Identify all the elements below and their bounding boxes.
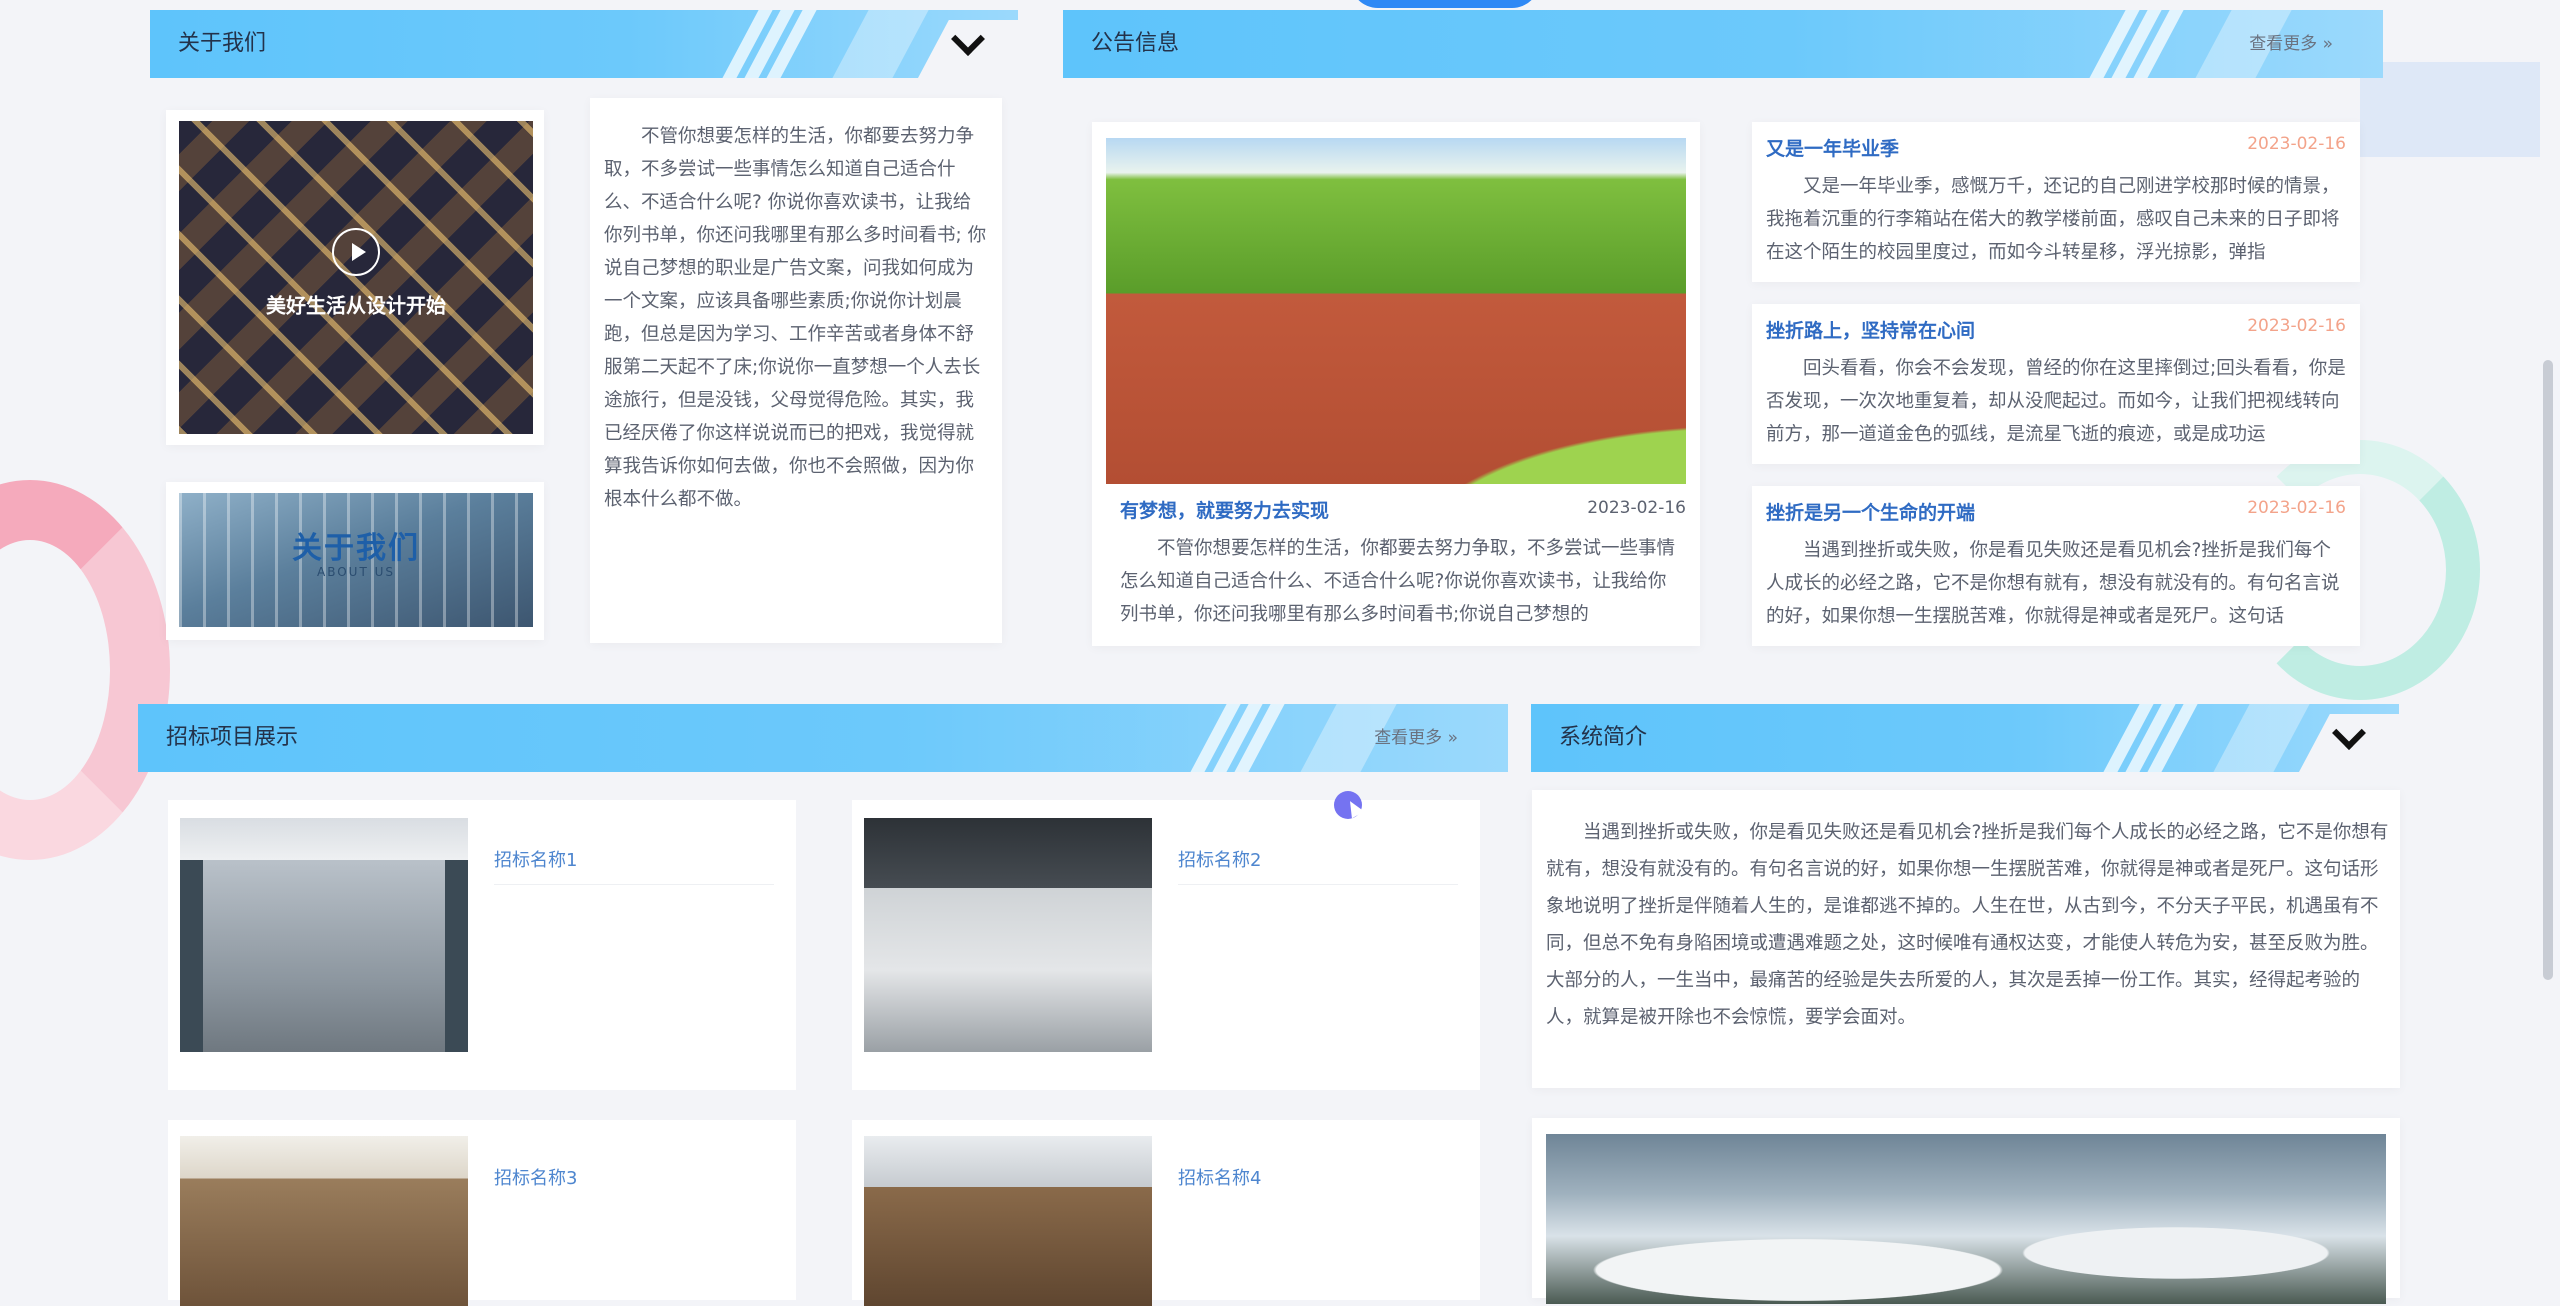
right-block-decoration [2360,62,2540,157]
system-title: 系统简介 [1559,725,1648,750]
about-video-thumbnail[interactable]: 美好生活从设计开始 [179,121,533,434]
header-stripe [826,10,934,78]
notice-item-card[interactable]: 挫折是另一个生命的开端 2023-02-16 当遇到挫折或失败，你是看见失败还是… [1752,486,2360,646]
about-title: 关于我们 [178,31,267,56]
bid-name[interactable]: 招标名称4 [1178,1164,1261,1190]
bid-image[interactable] [180,818,468,1052]
notice-featured-title[interactable]: 有梦想，就要努力去实现 [1120,496,1329,523]
bids-header: 招标项目展示 查看更多 » [138,704,1508,772]
about-banner-card: 关于我们 ABOUT US [166,482,544,640]
system-header: 系统简介 [1531,704,2399,772]
play-icon[interactable] [332,228,380,277]
bid-name[interactable]: 招标名称1 [494,846,577,872]
bid-card[interactable]: 招标名称1 [168,800,796,1090]
bid-divider [494,884,774,885]
notice-item-title[interactable]: 挫折路上，坚持常在心间 [1766,316,1975,343]
left-ring-decoration [0,480,170,860]
bid-image[interactable] [180,1136,468,1306]
chevron-down-icon [2332,716,2366,750]
about-banner-image: 关于我们 ABOUT US [179,493,533,627]
notice-featured-body: 不管你想要怎样的生活，你都要去努力争取，不多尝试一些事情怎么知道自己适合什么、不… [1120,538,1676,625]
notice-item-card[interactable]: 又是一年毕业季 2023-02-16 又是一年毕业季，感慨万千，还记的自己刚进学… [1752,122,2360,282]
system-text: 当遇到挫折或失败，你是看见失败还是看见机会?挫折是我们每个人成长的必经之路，它不… [1546,822,2389,1028]
header-stripe [2207,704,2315,772]
notice-item-body: 又是一年毕业季，感慨万千，还记的自己刚进学校那时候的情景，我拖着沉重的行李箱站在… [1766,176,2340,263]
notice-title: 公告信息 [1091,31,1180,56]
bid-card[interactable]: 招标名称3 [168,1120,796,1306]
notice-item-title[interactable]: 又是一年毕业季 [1766,134,1899,161]
notice-featured-date: 2023-02-16 [1587,498,1686,518]
notice-featured-image [1106,138,1686,484]
notice-item-body: 回头看看，你会不会发现，曾经的你在这里摔倒过;回头看看，你是否发现，一次次地重复… [1766,358,2346,445]
bid-card[interactable]: 招标名称2 [852,800,1480,1090]
system-text-card: 当遇到挫折或失败，你是看见失败还是看见机会?挫折是我们每个人成长的必经之路，它不… [1532,790,2400,1088]
notice-item-date: 2023-02-16 [2247,498,2346,518]
bid-image[interactable] [864,1136,1152,1306]
notice-item-card[interactable]: 挫折路上，坚持常在心间 2023-02-16 回头看看，你会不会发现，曾经的你在… [1752,304,2360,464]
about-banner-subtitle: ABOUT US [316,565,395,579]
bids-title: 招标项目展示 [166,725,299,750]
bid-divider [1178,884,1458,885]
about-text-card: 不管你想要怎样的生活，你都要去努力争取，不多尝试一些事情怎么知道自己适合什么、不… [590,98,1002,643]
page-scrollbar[interactable] [2543,360,2553,980]
bid-card[interactable]: 招标名称4 [852,1120,1480,1306]
notice-header: 公告信息 查看更多 » [1063,10,2383,78]
notice-featured-card[interactable]: 有梦想，就要努力去实现 2023-02-16 不管你想要怎样的生活，你都要去努力… [1092,122,1700,646]
bid-image[interactable] [864,818,1152,1052]
chevron-down-icon [951,22,985,56]
notice-item-date: 2023-02-16 [2247,316,2346,336]
notice-more-link[interactable]: 查看更多 » [2249,10,2333,78]
system-image [1546,1134,2386,1304]
about-banner-title: 关于我们 [292,531,420,566]
top-decoration [1350,0,1540,8]
about-video-caption: 美好生活从设计开始 [266,293,446,317]
bid-name[interactable]: 招标名称3 [494,1164,577,1190]
about-collapse-button[interactable] [938,22,998,64]
bids-more-link[interactable]: 查看更多 » [1374,704,1458,772]
about-video-card: 美好生活从设计开始 [166,110,544,445]
notice-item-title[interactable]: 挫折是另一个生命的开端 [1766,498,1975,525]
notice-item-date: 2023-02-16 [2247,134,2346,154]
system-image-card [1532,1118,2400,1304]
about-header: 关于我们 [150,10,1018,78]
bid-name[interactable]: 招标名称2 [1178,846,1261,872]
notice-item-body: 当遇到挫折或失败，你是看见失败还是看见机会?挫折是我们每个人成长的必经之路，它不… [1766,540,2340,627]
about-text: 不管你想要怎样的生活，你都要去努力争取，不多尝试一些事情怎么知道自己适合什么、不… [604,126,987,510]
system-collapse-button[interactable] [2319,716,2379,758]
